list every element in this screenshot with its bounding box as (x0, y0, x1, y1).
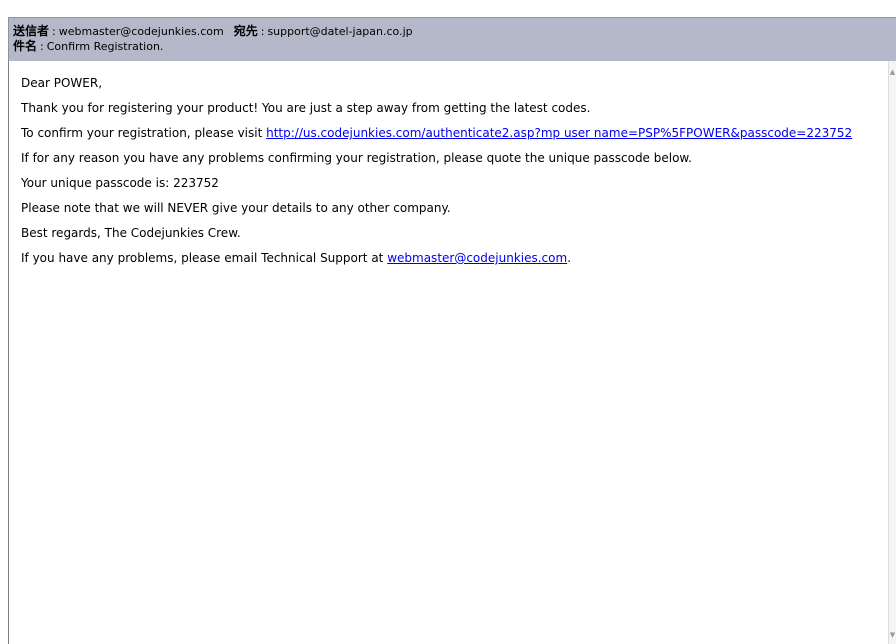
message-body-pane[interactable]: Dear POWER, Thank you for registering yo… (8, 61, 888, 644)
from-label: 送信者 (13, 24, 50, 38)
chevron-down-icon[interactable]: ▼ (889, 628, 896, 642)
header-row-subject: 件名: Confirm Registration. (13, 39, 896, 54)
message-body: Dear POWER, Thank you for registering yo… (21, 77, 876, 277)
subject-value: Confirm Registration. (46, 40, 164, 53)
email-window: 送信者: webmaster@codejunkies.com 宛先: support@… (0, 0, 896, 644)
message-paragraph-confirm: To confirm your registration, please vis… (21, 127, 876, 140)
to-separator: : (260, 25, 265, 38)
authenticate-link[interactable]: http://us.codejunkies.com/authenticate2.… (266, 126, 852, 140)
greeting: Dear POWER, (21, 76, 103, 90)
from-value[interactable]: webmaster@codejunkies.com (59, 25, 224, 38)
support-text-end: . (567, 251, 572, 265)
message-paragraph-support: If you have any problems, please email T… (21, 252, 876, 265)
from-separator: : (52, 25, 56, 38)
email-header: 送信者: webmaster@codejunkies.com 宛先: support@… (8, 17, 896, 61)
subject-label: 件名 (13, 39, 38, 53)
message-paragraph-problems: If for any reason you have any problems … (21, 151, 692, 165)
to-value[interactable]: support@datel-japan.co.jp (267, 25, 412, 38)
message-paragraph-privacy: Please note that we will NEVER give your… (21, 201, 451, 215)
support-email-link[interactable]: webmaster@codejunkies.com (387, 251, 567, 265)
chevron-up-icon[interactable]: ▲ (889, 65, 896, 79)
support-text: If you have any problems, please email T… (21, 251, 388, 265)
top-strip (0, 0, 896, 17)
confirm-text: To confirm your registration, please vis… (21, 126, 267, 140)
to-label: 宛先 (233, 24, 258, 38)
subject-separator: : (40, 40, 44, 53)
message-paragraph-intro: Thank you for registering your product! … (21, 101, 591, 115)
header-row-from-to: 送信者: webmaster@codejunkies.com 宛先: support@… (13, 24, 896, 39)
message-paragraph-passcode: Your unique passcode is: 223752 (21, 176, 219, 190)
vertical-scrollbar[interactable]: ▲ ▼ (888, 61, 896, 644)
message-paragraph-signoff: Best regards, The Codejunkies Crew. (21, 226, 241, 240)
